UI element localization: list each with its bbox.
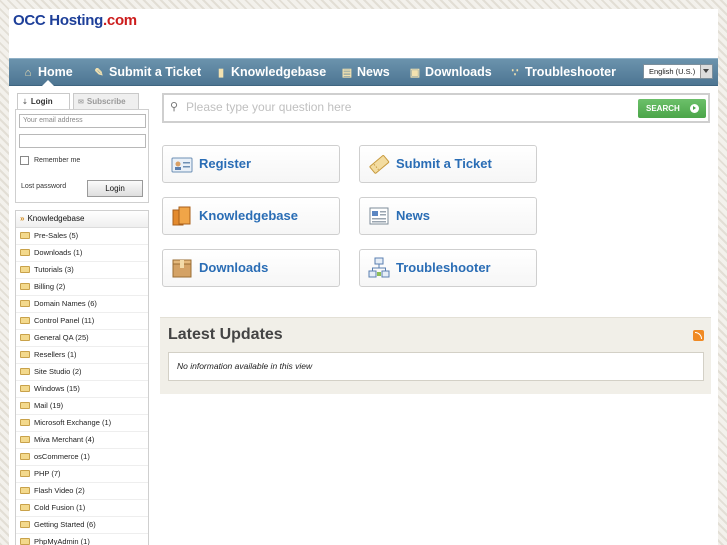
remember-me-label: Remember me (34, 157, 81, 164)
news-icon: ▤ (341, 67, 353, 79)
kb-category-item[interactable]: Cold Fusion (1) (16, 500, 148, 517)
nav-knowledgebase[interactable]: ▮ Knowledgebase (215, 59, 326, 86)
kb-category-item[interactable]: Microsoft Exchange (1) (16, 415, 148, 432)
latest-updates-title: Latest Updates (168, 326, 283, 343)
folder-icon (20, 504, 30, 511)
search-button[interactable]: SEARCH (638, 99, 706, 118)
ticket-icon (369, 155, 390, 174)
tile-news[interactable]: News (359, 197, 537, 235)
email-field[interactable]: Your email address (19, 114, 146, 128)
tab-subscribe[interactable]: ✉ Subscribe (73, 93, 139, 110)
folder-icon (20, 266, 30, 273)
tile-submit-ticket[interactable]: Submit a Ticket (359, 145, 537, 183)
kb-category-item[interactable]: Site Studio (2) (16, 364, 148, 381)
network-icon (368, 257, 390, 278)
kb-category-item[interactable]: Control Panel (11) (16, 313, 148, 330)
ticket-icon: ✎ (94, 67, 104, 79)
folder-icon (20, 470, 30, 477)
kb-category-item[interactable]: Getting Started (6) (16, 517, 148, 534)
kb-category-item[interactable]: Domain Names (6) (16, 296, 148, 313)
mail-icon: ✉ (78, 99, 84, 106)
login-icon: ⇣ (22, 99, 28, 106)
knowledgebase-header: » Knowledgebase (16, 211, 148, 228)
register-icon (171, 157, 193, 173)
login-panel: Your email address Remember me Lost pass… (15, 109, 149, 203)
main-nav: ⌂ Home ✎ Submit a Ticket ▮ Knowledgebase ▤ N… (9, 58, 718, 86)
folder-icon (20, 385, 30, 392)
search-icon: ⚲ (170, 101, 179, 113)
search-input[interactable]: Please type your question here (186, 100, 351, 114)
kb-category-item[interactable]: General QA (25) (16, 330, 148, 347)
kb-category-item[interactable]: Tutorials (3) (16, 262, 148, 279)
nav-news[interactable]: ▤ News (341, 59, 390, 86)
updates-empty-message: No information available in this view (168, 352, 704, 381)
folder-icon (20, 351, 30, 358)
double-chevron-icon: » (20, 214, 25, 223)
tab-login[interactable]: ⇣ Login (17, 93, 70, 110)
book-icon: ▮ (217, 67, 225, 79)
folder-icon (20, 232, 30, 239)
folder-icon (20, 283, 30, 290)
password-field[interactable] (19, 134, 146, 148)
box-icon: ▣ (409, 67, 421, 79)
kb-category-item[interactable]: Resellers (1) (16, 347, 148, 364)
knowledgebase-panel: » Knowledgebase Pre-Sales (5) Downloads (1… (15, 210, 149, 545)
kb-category-item[interactable]: Windows (15) (16, 381, 148, 398)
kb-category-item[interactable]: Flash Video (2) (16, 483, 148, 500)
folder-icon (20, 317, 30, 324)
kb-category-item[interactable]: Miva Merchant (4) (16, 432, 148, 449)
folder-icon (20, 487, 30, 494)
box-icon (172, 259, 192, 278)
page: OCC Hosting.com ⌂ Home ✎ Submit a Ticket ▮… (9, 9, 718, 545)
chevron-down-icon (700, 65, 712, 78)
book-icon (172, 206, 191, 226)
kb-category-item[interactable]: osCommerce (1) (16, 449, 148, 466)
folder-icon (20, 300, 30, 307)
folder-icon (20, 453, 30, 460)
rss-icon[interactable] (693, 330, 704, 341)
network-icon: ∵ (511, 67, 519, 79)
search-bar: ⚲ Please type your question here SEARCH (162, 93, 710, 123)
folder-icon (20, 249, 30, 256)
kb-category-item[interactable]: PHP (7) (16, 466, 148, 483)
folder-icon (20, 538, 30, 545)
knowledgebase-list: Pre-Sales (5) Downloads (1) Tutorials (3) B… (16, 228, 148, 545)
kb-category-item[interactable]: Billing (2) (16, 279, 148, 296)
folder-icon (20, 334, 30, 341)
nav-troubleshooter[interactable]: ∵ Troubleshooter (509, 59, 616, 86)
nav-downloads[interactable]: ▣ Downloads (409, 59, 492, 86)
latest-updates-panel: Latest Updates No information available … (160, 317, 711, 394)
tile-troubleshooter[interactable]: Troubleshooter (359, 249, 537, 287)
folder-icon (20, 402, 30, 409)
news-icon (369, 207, 389, 225)
arrow-right-icon (690, 104, 699, 113)
kb-category-item[interactable]: Downloads (1) (16, 245, 148, 262)
nav-submit-ticket[interactable]: ✎ Submit a Ticket (93, 59, 201, 86)
language-select[interactable]: English (U.S.) (643, 64, 713, 79)
tile-knowledgebase[interactable]: Knowledgebase (162, 197, 340, 235)
folder-icon (20, 368, 30, 375)
kb-category-item[interactable]: PhpMyAdmin (1) (16, 534, 148, 545)
remember-me-checkbox[interactable] (20, 156, 29, 165)
nav-home[interactable]: ⌂ Home (22, 59, 73, 86)
tile-register[interactable]: Register (162, 145, 340, 183)
folder-icon (20, 436, 30, 443)
kb-category-item[interactable]: Mail (19) (16, 398, 148, 415)
tile-downloads[interactable]: Downloads (162, 249, 340, 287)
folder-icon (20, 419, 30, 426)
site-logo[interactable]: OCC Hosting.com (13, 12, 137, 29)
kb-category-item[interactable]: Pre-Sales (5) (16, 228, 148, 245)
login-button[interactable]: Login (87, 180, 143, 197)
folder-icon (20, 521, 30, 528)
lost-password-link[interactable]: Lost password (21, 183, 66, 190)
home-icon: ⌂ (24, 67, 32, 79)
